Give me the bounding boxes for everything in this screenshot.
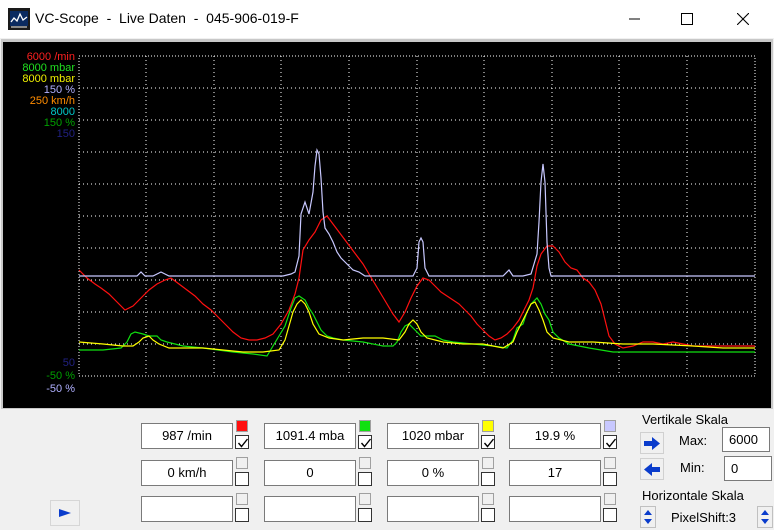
channel-value-field [141,496,233,522]
play-button[interactable] [50,500,80,526]
channel-value-field: 19.9 % [509,423,601,449]
channel-value-field: 0 [264,460,356,486]
channel-enable-checkbox[interactable] [358,472,372,486]
channel-color-swatch[interactable] [359,457,371,469]
channel-value-field: 987 /min [141,423,233,449]
channel-value-field: 1020 mbar [387,423,479,449]
maximize-icon [681,13,693,25]
channel-enable-checkbox[interactable] [235,508,249,522]
min-value-input[interactable]: 0 [724,456,772,481]
max-value-input[interactable]: 6000 [722,427,770,452]
minimize-icon [629,18,640,20]
minimize-button[interactable] [610,0,660,38]
channel-enable-checkbox[interactable] [603,435,617,449]
channel-enable-checkbox[interactable] [603,508,617,522]
channel-value-field: 1091.4 mba [264,423,356,449]
scale-label-bottom: -50 % [46,383,75,395]
pixelshift-spin-left[interactable] [640,506,656,528]
checkmark-icon [483,438,495,448]
scale-right-button[interactable] [640,432,664,454]
horizontal-scale-label: Horizontale Skala [642,488,744,503]
play-icon [59,509,71,517]
channel-value-field [387,496,479,522]
scale-label-bottom: 50 [62,357,75,369]
channel-color-swatch[interactable] [236,493,248,505]
channel-value-field [264,496,356,522]
close-button[interactable] [718,0,768,38]
max-label: Max: [679,433,708,448]
channel-enable-checkbox[interactable] [235,472,249,486]
channel-value-field: 0 km/h [141,460,233,486]
checkmark-icon [360,438,372,448]
vertical-scale-label: Vertikale Skala [642,412,728,427]
channel-color-swatch[interactable] [236,457,248,469]
spin-arrows-icon [644,510,652,524]
close-icon [737,13,749,25]
app-icon [8,8,30,30]
channel-enable-checkbox[interactable] [358,508,372,522]
maximize-button[interactable] [662,0,712,38]
title-bar: VC-Scope - Live Daten - 045-906-019-F [0,0,774,38]
scale-left-button[interactable] [640,458,664,480]
pixelshift-spin-right[interactable] [757,506,773,528]
channel-color-swatch[interactable] [482,420,494,432]
channel-color-swatch[interactable] [604,493,616,505]
scope-plot [78,55,756,377]
channel-value-field: 0 % [387,460,479,486]
checkmark-icon [237,438,249,448]
channel-value-field [509,496,601,522]
channel-enable-checkbox[interactable] [603,472,617,486]
channel-color-swatch[interactable] [482,493,494,505]
channel-color-swatch[interactable] [236,420,248,432]
pixelshift-label: PixelShift:3 [671,510,737,525]
scale-label-top: 150 [56,128,75,140]
min-label: Min: [680,460,705,475]
scope-display: 6000 /min 8000 mbar 8000 mbar 150 % 250 km/h… [3,42,771,408]
channel-value-field: 17 [509,460,601,486]
channel-enable-checkbox[interactable] [481,508,495,522]
channel-color-swatch[interactable] [482,457,494,469]
channel-color-swatch[interactable] [359,420,371,432]
window-title: VC-Scope - Live Daten - 045-906-019-F [35,10,299,26]
scale-label-bottom: -50 % [46,370,75,382]
arrow-right-icon [644,437,660,450]
spin-arrows-icon [761,510,769,524]
channel-color-swatch[interactable] [604,457,616,469]
channel-enable-checkbox[interactable] [235,435,249,449]
channel-color-swatch[interactable] [604,420,616,432]
checkmark-icon [605,438,617,448]
channel-enable-checkbox[interactable] [481,472,495,486]
channel-enable-checkbox[interactable] [358,435,372,449]
arrow-left-icon [644,463,660,476]
channel-color-swatch[interactable] [359,493,371,505]
channel-enable-checkbox[interactable] [481,435,495,449]
